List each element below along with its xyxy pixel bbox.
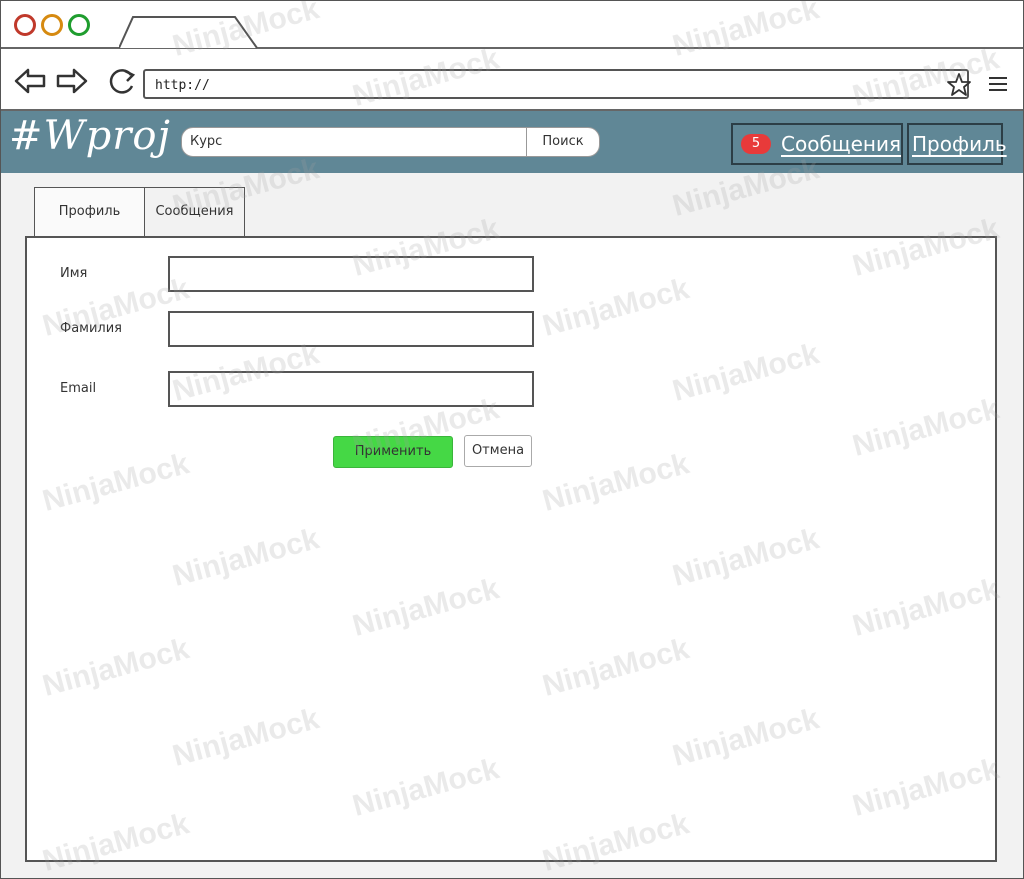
- cancel-button[interactable]: Отмена: [464, 435, 532, 467]
- tab-profile[interactable]: Профиль: [34, 187, 145, 237]
- address-toolbar: http://: [1, 49, 1023, 111]
- messages-button[interactable]: 5 Сообщения: [731, 123, 903, 165]
- reload-icon[interactable]: [105, 67, 139, 95]
- tab-messages[interactable]: Сообщения: [144, 187, 245, 237]
- app-header: #Wproj Курс Поиск 5 Сообщения Профиль: [1, 111, 1023, 173]
- messages-button-label: Сообщения: [781, 132, 902, 156]
- back-icon[interactable]: [13, 67, 47, 95]
- title-bar: [1, 1, 1023, 49]
- minimize-window-button[interactable]: [41, 14, 63, 36]
- maximize-window-button[interactable]: [68, 14, 90, 36]
- forward-icon[interactable]: [55, 67, 89, 95]
- profile-button-label: Профиль: [912, 132, 1007, 156]
- email-field[interactable]: [168, 371, 534, 407]
- last-name-field[interactable]: [168, 311, 534, 347]
- url-input[interactable]: http://: [143, 69, 969, 99]
- last-name-label: Фамилия: [60, 321, 122, 336]
- messages-count-badge: 5: [741, 134, 771, 154]
- email-label: Email: [60, 381, 97, 396]
- close-window-button[interactable]: [14, 14, 36, 36]
- search-input[interactable]: Курс: [181, 127, 527, 157]
- browser-tab[interactable]: [119, 15, 259, 49]
- logo[interactable]: #Wproj: [9, 113, 171, 159]
- profile-form-panel: Имя Фамилия Email Применить Отмена: [25, 236, 997, 862]
- star-icon[interactable]: [945, 71, 973, 99]
- first-name-field[interactable]: [168, 256, 534, 292]
- first-name-label: Имя: [60, 266, 88, 281]
- menu-icon[interactable]: [989, 77, 1007, 91]
- apply-button[interactable]: Применить: [333, 436, 453, 468]
- browser-window: http:// #Wproj Курс Поиск 5 Сообщения Пр…: [0, 0, 1024, 879]
- profile-button[interactable]: Профиль: [907, 123, 1007, 165]
- search-button[interactable]: Поиск: [526, 127, 600, 157]
